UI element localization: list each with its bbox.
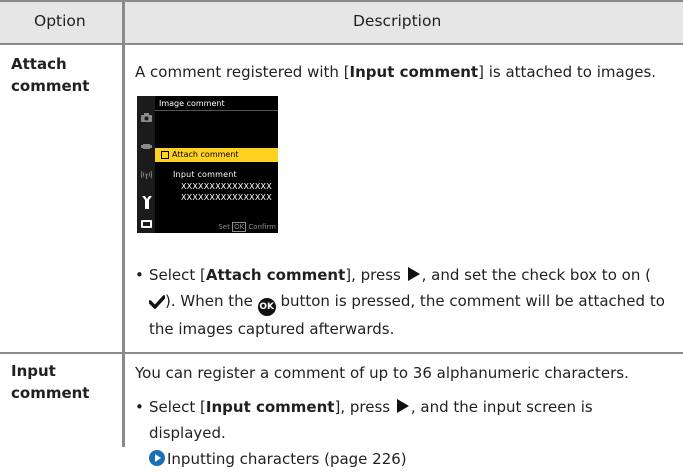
movie-icon — [141, 144, 152, 149]
screen-title: Image comment — [159, 99, 225, 108]
screen-input-comment: Input comment — [173, 170, 237, 179]
battery-icon — [141, 220, 152, 228]
row2-description: You can register a comment of up to 36 a… — [135, 364, 629, 382]
screen-footer: Set OK Confirm — [218, 222, 276, 232]
checkmark-icon — [149, 295, 165, 309]
option-attach-comment: Attach comment — [11, 55, 90, 95]
header-description: Description — [353, 12, 442, 30]
row1-bullet: • Select [Attach comment], press , and s… — [135, 266, 665, 338]
screen-comment-line2: XXXXXXXXXXXXXXXX — [181, 193, 272, 202]
reference-link[interactable]: Inputting characters (page 226) — [167, 450, 407, 468]
screen-comment-line1: XXXXXXXXXXXXXXXX — [181, 182, 272, 191]
right-triangle-icon — [396, 399, 409, 413]
row-divider — [0, 352, 683, 354]
reference-arrow-icon[interactable] — [149, 450, 165, 466]
checkbox-icon — [161, 151, 169, 159]
wrench-icon — [142, 196, 152, 209]
table-header — [0, 0, 683, 43]
screen-attach-comment: Attach comment — [172, 150, 239, 159]
screen-ok-badge: OK — [232, 222, 247, 232]
right-triangle-icon — [407, 267, 420, 281]
table-top-rule — [0, 0, 683, 2]
column-divider — [122, 0, 125, 447]
row2-bullet: • Select [Input comment], press , and th… — [135, 398, 593, 468]
ok-button-icon: OK — [257, 298, 276, 316]
header-rule — [0, 43, 683, 45]
camera-screen: Image comment Attach comment Input comme… — [137, 96, 278, 233]
header-option: Option — [34, 12, 86, 30]
option-input-comment: Input comment — [11, 362, 90, 402]
camera-icon — [141, 113, 152, 122]
row1-description: A comment registered with [Input comment… — [135, 63, 657, 81]
screen-title-rule — [155, 110, 278, 111]
settings-table: Option Description Attach comment A comm… — [0, 0, 683, 468]
wireless-icon — [141, 170, 152, 179]
